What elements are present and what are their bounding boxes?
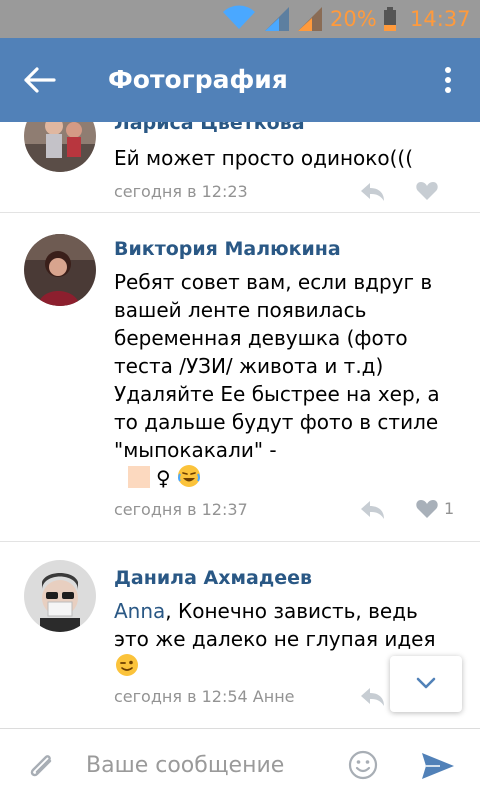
crying-laughing-emoji-icon — [177, 464, 201, 495]
avatar[interactable] — [24, 234, 96, 306]
send-button[interactable] — [420, 751, 456, 781]
battery-level: 20% — [330, 7, 377, 31]
status-bar: 20% 14:37 — [0, 0, 480, 38]
page-title: Фотография — [108, 65, 288, 94]
attach-button[interactable] — [26, 749, 58, 783]
signal-icon — [263, 7, 289, 35]
status-time: 14:37 — [410, 7, 471, 31]
arrow-left-icon — [24, 67, 56, 93]
scroll-down-button[interactable] — [390, 656, 462, 712]
comment-author[interactable]: Лариса Цветкова — [114, 122, 305, 136]
paperclip-icon — [30, 755, 52, 777]
more-options-button[interactable] — [436, 64, 460, 96]
send-icon — [422, 753, 454, 779]
heart-icon — [416, 500, 438, 518]
chevron-down-icon — [416, 677, 436, 689]
like-button[interactable] — [416, 181, 438, 203]
comment-text: Ей может просто одиноко((( — [114, 146, 413, 170]
more-vertical-icon — [445, 67, 451, 93]
signal-icon — [296, 7, 322, 35]
comment-time: сегодня в 12:23 — [114, 182, 248, 201]
smiley-icon — [348, 750, 378, 780]
reply-icon[interactable] — [360, 182, 386, 202]
battery-icon — [383, 7, 397, 35]
comment-time: сегодня в 12:37 — [114, 500, 248, 519]
comment: Лариса Цветкова Ей может просто одиноко(… — [0, 122, 480, 213]
back-button[interactable] — [22, 64, 58, 96]
reply-icon[interactable] — [360, 500, 386, 520]
reply-icon[interactable] — [360, 687, 386, 707]
mention-link[interactable]: Anna — [114, 599, 165, 623]
wifi-icon — [222, 5, 256, 35]
message-bar — [0, 728, 480, 800]
emoji-skin-tone-icon — [128, 466, 150, 488]
like-count: 1 — [444, 499, 455, 518]
comment-body: Ребят совет вам, если вдруг в вашей лент… — [114, 270, 440, 462]
comments-list[interactable]: Лариса Цветкова Ей может просто одиноко(… — [0, 122, 480, 728]
female-sign: ♀ — [156, 466, 171, 490]
comment: Виктория Малюкина Ребят совет вам, если … — [0, 213, 480, 541]
comment-time: сегодня в 12:54 Анне — [114, 687, 295, 706]
comment-author[interactable]: Виктория Малюкина — [114, 236, 341, 262]
comment-text: Ребят совет вам, если вдруг в вашей лент… — [114, 268, 454, 495]
app-bar: Фотография — [0, 38, 480, 122]
avatar[interactable] — [24, 122, 96, 172]
like-button[interactable]: 1 — [416, 499, 454, 521]
message-input[interactable] — [86, 745, 336, 785]
comment-author[interactable]: Данила Ахмадеев — [114, 565, 312, 591]
avatar[interactable] — [24, 560, 96, 632]
heart-icon — [416, 182, 438, 200]
emoji-button[interactable] — [347, 749, 379, 781]
winking-emoji-icon — [115, 653, 139, 684]
